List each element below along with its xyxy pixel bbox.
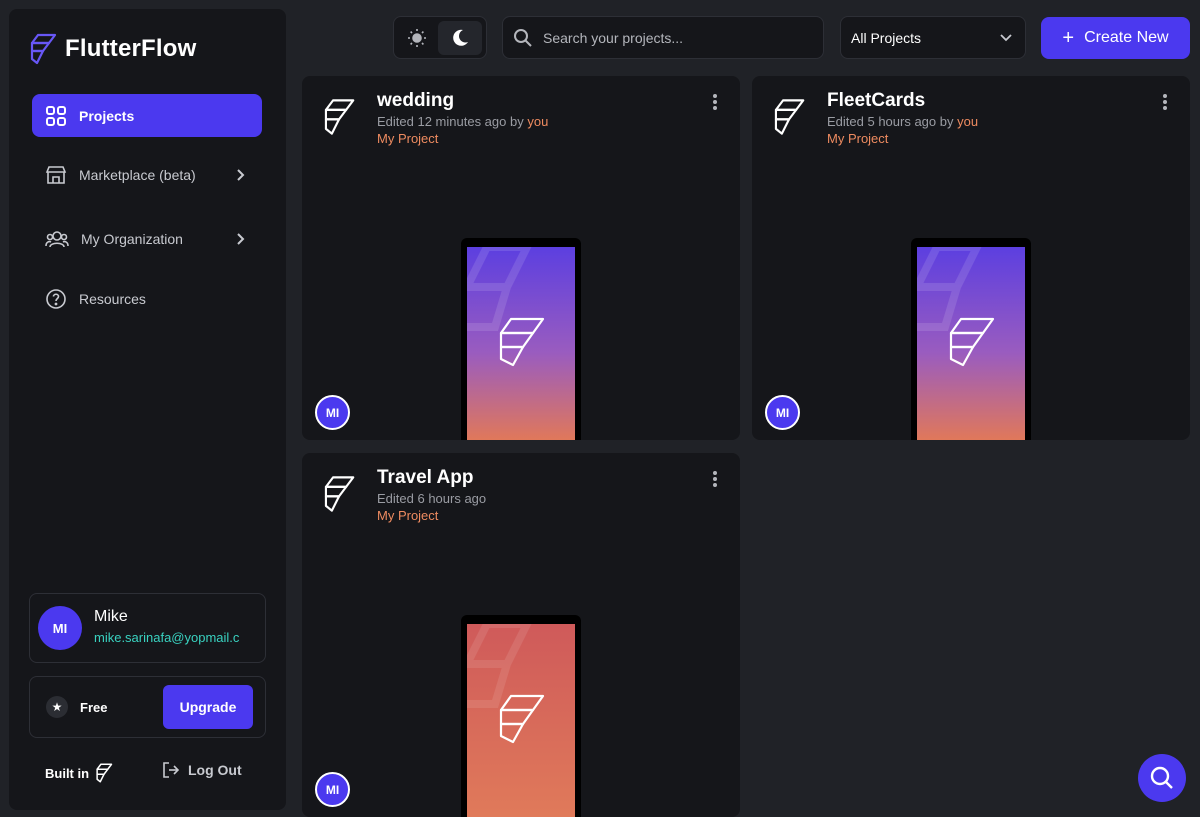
- sidebar-item-my-organization[interactable]: My Organization: [32, 217, 262, 260]
- project-tag: My Project: [377, 131, 439, 146]
- owner-avatar: MI: [315, 772, 350, 807]
- app-preview: [910, 238, 1031, 440]
- more-options-icon[interactable]: [710, 94, 720, 112]
- chevron-right-icon: [237, 232, 245, 245]
- plan-card: ★ Free Upgrade: [29, 676, 266, 738]
- avatar: MI: [38, 606, 82, 650]
- more-options-icon[interactable]: [1160, 94, 1170, 112]
- search-bar: [502, 16, 824, 59]
- search-input[interactable]: [543, 29, 803, 46]
- upgrade-button[interactable]: Upgrade: [163, 685, 253, 729]
- sidebar-item-label: Marketplace (beta): [79, 166, 196, 183]
- app-preview-screen: [910, 243, 1025, 440]
- user-card[interactable]: MI Mike mike.sarinafa@yopmail.c: [29, 593, 266, 663]
- project-edited: Edited 12 minutes ago by you: [377, 114, 549, 129]
- project-title: FleetCards: [827, 90, 926, 111]
- flutterflow-logo-icon: [324, 99, 355, 135]
- project-title: wedding: [377, 90, 455, 111]
- flutterflow-logo-icon: [774, 99, 805, 135]
- sun-icon: [408, 29, 426, 47]
- create-new-button[interactable]: + Create New: [1041, 17, 1190, 59]
- more-options-icon[interactable]: [710, 471, 720, 489]
- project-tag: My Project: [377, 508, 439, 523]
- project-card-travel-app[interactable]: Travel App Edited 6 hours ago My Project…: [302, 453, 740, 817]
- moon-icon: [453, 29, 468, 46]
- sidebar-item-projects[interactable]: Projects: [32, 94, 262, 137]
- search-icon: [514, 28, 532, 47]
- flutterflow-logo-icon: [324, 476, 355, 512]
- brand[interactable]: FlutterFlow: [29, 33, 197, 65]
- project-card-fleetcards[interactable]: FleetCards Edited 5 hours ago by you My …: [752, 76, 1190, 440]
- flutterflow-logo-icon: [96, 763, 113, 783]
- logout-label: Log Out: [188, 762, 242, 778]
- sidebar-item-label: Resources: [79, 290, 146, 307]
- search-icon: [1150, 766, 1173, 789]
- help-circle-icon: [46, 288, 66, 309]
- sidebar-item-resources[interactable]: Resources: [32, 277, 262, 320]
- user-email: mike.sarinafa@yopmail.c: [94, 630, 240, 645]
- filter-selected-value: All Projects: [851, 29, 922, 46]
- create-new-label: Create New: [1084, 29, 1169, 46]
- app-preview-screen: [460, 620, 575, 817]
- built-in-badge[interactable]: Built in: [45, 763, 113, 783]
- grid-icon: [46, 105, 66, 126]
- sidebar-item-marketplace[interactable]: Marketplace (beta): [32, 153, 262, 196]
- project-card-wedding[interactable]: wedding Edited 12 minutes ago by you My …: [302, 76, 740, 440]
- project-edited: Edited 5 hours ago by you: [827, 114, 979, 129]
- flutterflow-logo-icon: [30, 33, 57, 65]
- owner-avatar: MI: [765, 395, 800, 430]
- sidebar: FlutterFlow Projects Marketplace (beta) …: [9, 9, 286, 810]
- logout-icon: [163, 762, 180, 778]
- chevron-down-icon: [1000, 33, 1012, 41]
- sidebar-item-label: My Organization: [81, 230, 183, 247]
- brand-name: FlutterFlow: [65, 35, 197, 62]
- project-tag: My Project: [827, 131, 889, 146]
- owner-avatar: MI: [315, 395, 350, 430]
- built-in-label: Built in: [45, 765, 90, 781]
- sidebar-item-label: Projects: [79, 107, 135, 124]
- people-icon: [45, 230, 69, 247]
- app-preview: [460, 238, 581, 440]
- star-icon: ★: [46, 696, 68, 718]
- app-preview: [460, 615, 581, 817]
- logout-button[interactable]: Log Out: [162, 761, 242, 779]
- theme-toggle: [393, 16, 487, 59]
- app-preview-screen: [460, 243, 575, 440]
- dark-mode-button[interactable]: [438, 21, 482, 55]
- light-mode-button[interactable]: [402, 23, 432, 53]
- plus-icon: +: [1062, 27, 1075, 49]
- plan-label: Free: [80, 700, 108, 715]
- chevron-right-icon: [237, 168, 245, 181]
- project-edited: Edited 6 hours ago: [377, 491, 487, 506]
- project-title: Travel App: [377, 467, 474, 488]
- project-filter-select[interactable]: All Projects: [840, 16, 1026, 59]
- help-search-button[interactable]: [1138, 754, 1186, 802]
- store-icon: [45, 165, 67, 184]
- user-name: Mike: [94, 608, 128, 625]
